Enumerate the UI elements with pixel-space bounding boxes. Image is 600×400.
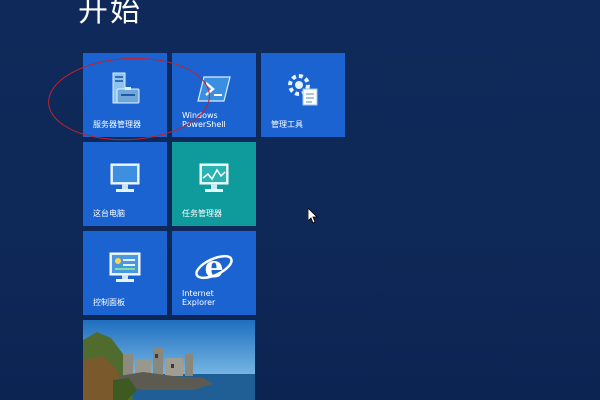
tile-internet-explorer-label: Internet Explorer (182, 289, 216, 307)
tile-this-pc-label: 这台电脑 (93, 209, 125, 218)
task-manager-icon (199, 163, 229, 192)
tile-admin-tools[interactable]: 管理工具 (261, 53, 345, 137)
mouse-cursor-icon (308, 208, 318, 224)
tile-powershell-label: Windows PowerShell (182, 111, 226, 129)
tile-admin-tools-label: 管理工具 (271, 120, 303, 129)
tile-desktop[interactable] (83, 320, 255, 400)
start-screen: 开始 服务器管理器 Windows PowerShell 管理工具 这台电脑 任… (0, 0, 600, 400)
powershell-icon (197, 76, 231, 102)
tile-server-manager-label: 服务器管理器 (93, 120, 141, 129)
admin-tools-icon (288, 74, 318, 106)
control-panel-icon (109, 252, 141, 282)
tile-powershell[interactable]: Windows PowerShell (172, 53, 256, 137)
tile-task-manager[interactable]: 任务管理器 (172, 142, 256, 226)
tile-control-panel[interactable]: 控制面板 (83, 231, 167, 315)
tile-server-manager[interactable]: 服务器管理器 (83, 53, 167, 137)
tile-task-manager-label: 任务管理器 (182, 209, 222, 218)
internet-explorer-icon: e (195, 250, 233, 285)
server-manager-icon (112, 72, 140, 104)
tile-internet-explorer[interactable]: e Internet Explorer (172, 231, 256, 315)
computer-icon (110, 163, 140, 192)
svg-text:e: e (204, 250, 223, 285)
tile-control-panel-label: 控制面板 (93, 298, 125, 307)
tile-this-pc[interactable]: 这台电脑 (83, 142, 167, 226)
desktop-photo (83, 320, 255, 400)
page-title: 开始 (78, 0, 142, 29)
